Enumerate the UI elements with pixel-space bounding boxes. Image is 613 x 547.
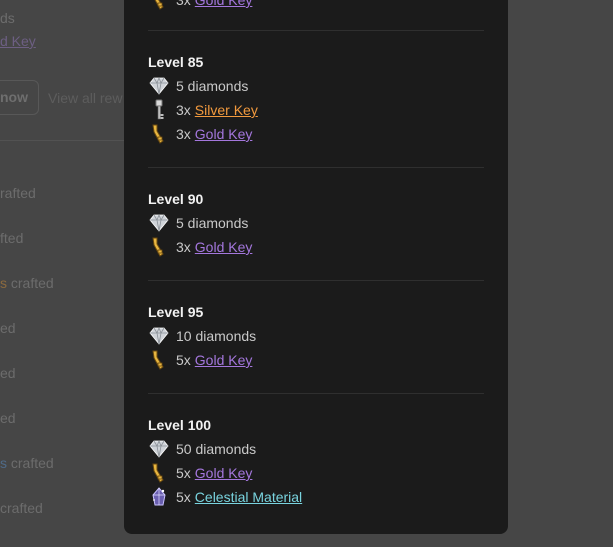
- diamond-icon: [148, 438, 170, 460]
- reward-row: 5 diamonds: [148, 212, 248, 234]
- gold-key-icon: [148, 0, 170, 11]
- background-row: ed: [0, 365, 16, 381]
- reward-row: 5x Gold Key: [148, 462, 252, 484]
- rewards-modal: 3x Gold Key Level 85 5 diamonds 3x Silve…: [124, 0, 508, 534]
- level-title: Level 90: [148, 191, 204, 207]
- background-row: fted: [0, 230, 24, 246]
- silver-key-icon: [148, 99, 170, 121]
- reward-quantity: 5x: [176, 352, 191, 368]
- gold-key-icon: [148, 123, 170, 145]
- background-link: d Key: [0, 33, 36, 49]
- reward-row: 10 diamonds: [148, 325, 256, 347]
- reward-quantity: 5x: [176, 465, 191, 481]
- level-title: Level 95: [148, 304, 204, 320]
- background-row: s crafted: [0, 275, 54, 291]
- diamond-icon: [148, 75, 170, 97]
- reward-row: 3x Gold Key: [148, 236, 252, 258]
- level-title: Level 85: [148, 54, 204, 70]
- gold-key-link[interactable]: Gold Key: [195, 0, 253, 8]
- gold-key-link[interactable]: Gold Key: [195, 465, 253, 481]
- reward-quantity: 10 diamonds: [176, 328, 257, 344]
- reward-quantity: 5x: [176, 489, 191, 505]
- reward-row: 3x Gold Key: [148, 123, 252, 145]
- gold-key-link[interactable]: Gold Key: [195, 352, 253, 368]
- reward-row: 5 diamonds: [148, 75, 248, 97]
- background-row: rafted: [0, 185, 36, 201]
- background-text: ds: [0, 10, 15, 26]
- silver-key-link[interactable]: Silver Key: [195, 102, 258, 118]
- reward-row: 3x Gold Key: [148, 0, 252, 11]
- background-row: ed: [0, 320, 16, 336]
- celestial-material-link[interactable]: Celestial Material: [195, 489, 302, 505]
- gold-key-icon: [148, 236, 170, 258]
- section-divider: [148, 30, 484, 31]
- celestial-material-icon: [148, 486, 170, 508]
- reward-row: 50 diamonds: [148, 438, 256, 460]
- background-row: ed: [0, 410, 16, 426]
- section-divider: [148, 393, 484, 394]
- background-button: now: [0, 80, 39, 115]
- diamond-icon: [148, 212, 170, 234]
- background-row: s crafted: [0, 455, 54, 471]
- gold-key-link[interactable]: Gold Key: [195, 126, 253, 142]
- reward-quantity: 3x: [176, 239, 191, 255]
- background-divider: [0, 140, 124, 141]
- reward-quantity: 3x: [176, 0, 191, 8]
- gold-key-link[interactable]: Gold Key: [195, 239, 253, 255]
- gold-key-icon: [148, 349, 170, 371]
- reward-quantity: 50 diamonds: [176, 441, 257, 457]
- reward-row: 3x Silver Key: [148, 99, 258, 121]
- gold-key-icon: [148, 462, 170, 484]
- reward-quantity: 3x: [176, 102, 191, 118]
- background-view-all-link: View all rew: [48, 90, 123, 106]
- level-title: Level 100: [148, 417, 212, 433]
- reward-quantity: 3x: [176, 126, 191, 142]
- reward-row: 5x Gold Key: [148, 349, 252, 371]
- reward-quantity: 5 diamonds: [176, 215, 249, 231]
- section-divider: [148, 167, 484, 168]
- reward-quantity: 5 diamonds: [176, 78, 249, 94]
- diamond-icon: [148, 325, 170, 347]
- section-divider: [148, 280, 484, 281]
- background-row: crafted: [0, 500, 43, 516]
- reward-row: 5x Celestial Material: [148, 486, 302, 508]
